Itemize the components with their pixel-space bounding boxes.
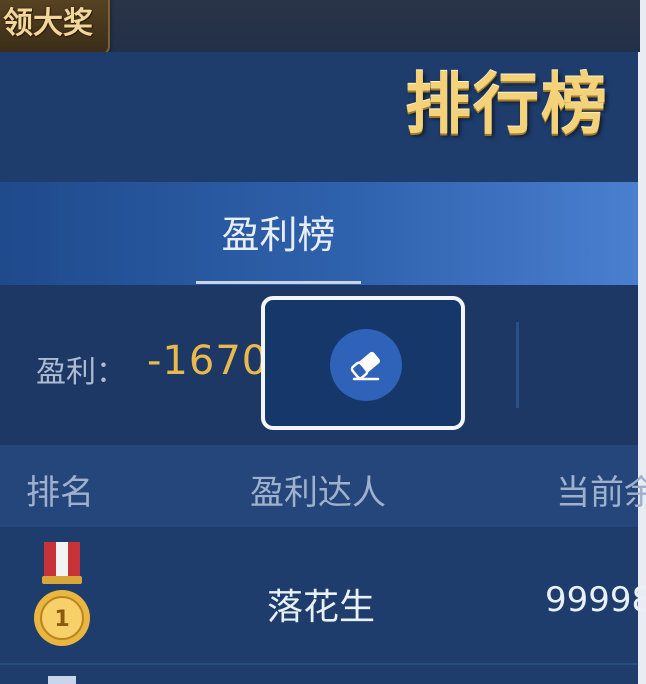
player-name: 落花生 — [267, 587, 376, 628]
window-edge — [640, 0, 646, 52]
tab-profit[interactable]: 盈利榜 — [196, 182, 361, 285]
summary-divider — [516, 322, 519, 408]
tab-profit-label: 盈利榜 — [221, 213, 336, 257]
promo-badge[interactable]: 领大奖 — [0, 0, 110, 56]
silver-medal-icon — [48, 676, 76, 684]
tab-active-underline — [196, 281, 361, 284]
page-title: 排行榜 — [405, 66, 609, 143]
promo-badge-label: 领大奖 — [3, 6, 93, 41]
player-current-value: 99998 — [545, 580, 646, 620]
profit-label: 盈利： — [36, 355, 126, 390]
table-row[interactable] — [0, 665, 638, 684]
column-header-rank: 排名 — [26, 473, 94, 513]
eraser-icon[interactable] — [330, 329, 402, 401]
medal-rank-number: 1 — [54, 607, 69, 632]
gold-medal-icon: 1 — [30, 540, 94, 650]
column-header-player: 盈利达人 — [250, 473, 386, 513]
column-header-current: 当前余 — [556, 473, 646, 513]
